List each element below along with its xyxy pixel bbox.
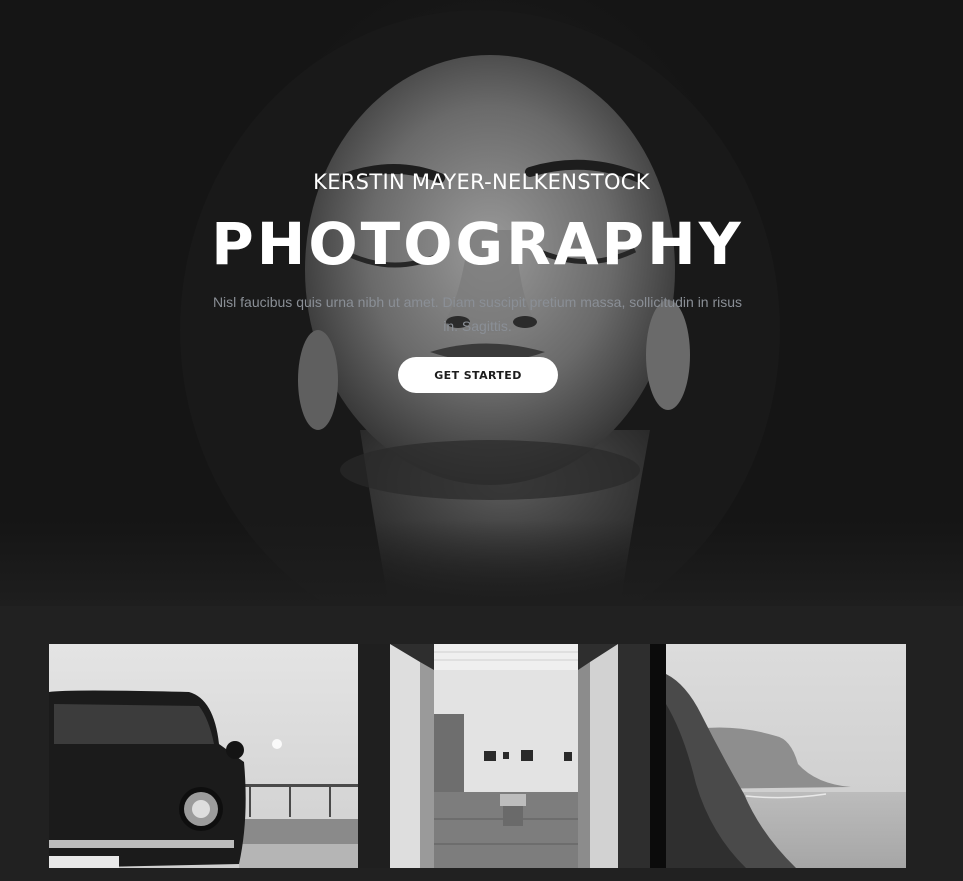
hero-subtitle: KERSTIN MAYER-NELKENSTOCK: [313, 170, 650, 194]
interior-photo-image: [358, 644, 666, 868]
hero-description: Nisl faucibus quis urna nibh ut amet. Di…: [212, 294, 743, 334]
gallery-item-car[interactable]: [49, 644, 358, 868]
gallery-item-interior[interactable]: [358, 644, 666, 868]
coast-photo-image: [666, 644, 906, 868]
car-photo-image: [49, 644, 358, 868]
gallery-item-coast[interactable]: [666, 644, 906, 868]
photo-gallery: [0, 644, 963, 881]
get-started-button[interactable]: GET STARTED: [398, 357, 558, 393]
hero-section: KERSTIN MAYER-NELKENSTOCK PHOTOGRAPHY Ni…: [0, 0, 963, 606]
hero-title: PHOTOGRAPHY: [211, 210, 744, 278]
